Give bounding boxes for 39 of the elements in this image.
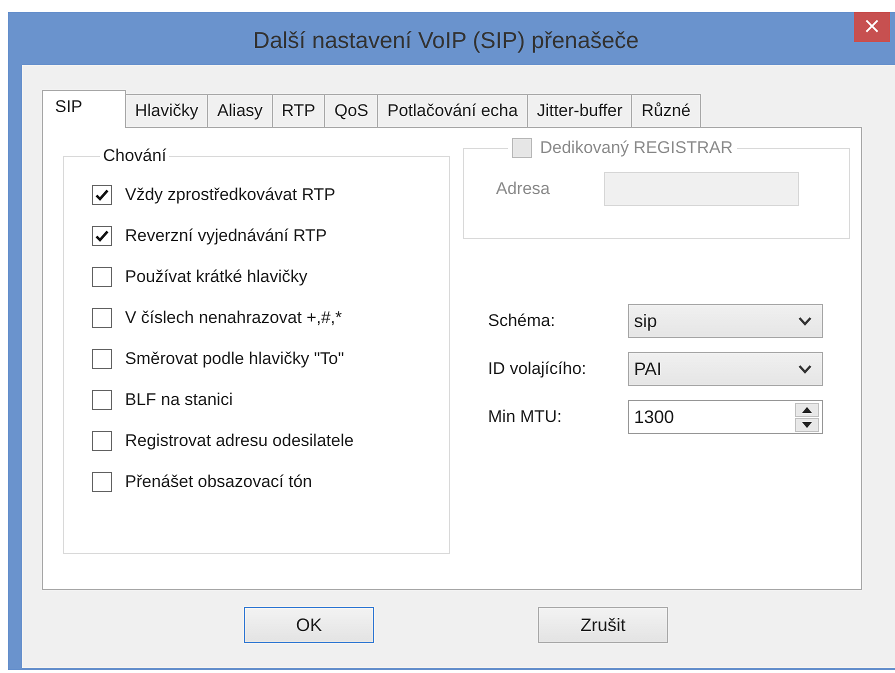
checkmark-icon xyxy=(95,230,109,242)
checkbox[interactable] xyxy=(92,266,112,286)
field-label: Adresa xyxy=(496,179,551,199)
field-label: ID volajícího: xyxy=(488,359,588,379)
checkbox-label: V číslech nenahrazovat +,#,* xyxy=(125,308,342,328)
spin-up-button[interactable] xyxy=(795,402,819,416)
spin-down-button[interactable] xyxy=(795,418,819,432)
checkmark-icon xyxy=(95,188,109,200)
group-title: Chování xyxy=(102,146,168,166)
cancel-button[interactable]: Zrušit xyxy=(538,607,668,643)
tab[interactable]: Různé xyxy=(631,94,701,127)
field-label: Schéma: xyxy=(488,311,556,331)
checkbox[interactable] xyxy=(92,226,112,246)
tab[interactable]: SIP xyxy=(42,90,126,128)
checkbox-label: Dedikovaný REGISTRAR xyxy=(540,138,733,158)
checkbox-label: Směrovat podle hlavičky "To" xyxy=(125,348,344,368)
triangle-down-icon xyxy=(802,422,812,428)
ok-button[interactable]: OK xyxy=(244,607,374,643)
checkbox-label: BLF na stanici xyxy=(125,390,233,410)
checkbox[interactable] xyxy=(92,430,112,450)
triangle-up-icon xyxy=(802,406,812,412)
checkbox-label: Používat krátké hlavičky xyxy=(125,266,308,286)
checkbox[interactable] xyxy=(92,184,112,204)
chevron-down-icon xyxy=(798,364,812,374)
checkbox[interactable] xyxy=(92,390,112,410)
checkbox[interactable] xyxy=(92,308,112,328)
dropdown[interactable]: sip xyxy=(628,304,823,338)
field-label: Min MTU: xyxy=(488,407,563,427)
checkbox-label: Vždy zprostředkovávat RTP xyxy=(125,184,336,204)
checkbox[interactable] xyxy=(92,472,112,492)
window-title: Další nastavení VoIP (SIP) přenašeče xyxy=(252,27,640,53)
checkbox-label: Přenášet obsazovací tón xyxy=(125,472,312,492)
chevron-down-icon xyxy=(798,316,812,326)
dropdown[interactable]: PAI xyxy=(628,352,823,386)
number-field[interactable]: 1300 xyxy=(628,400,823,434)
checkbox-label: Reverzní vyjednávání RTP xyxy=(125,226,327,246)
checkbox[interactable] xyxy=(92,348,112,368)
checkbox-label: Registrovat adresu odesilatele xyxy=(125,430,354,450)
close-button[interactable]: × xyxy=(854,12,890,42)
